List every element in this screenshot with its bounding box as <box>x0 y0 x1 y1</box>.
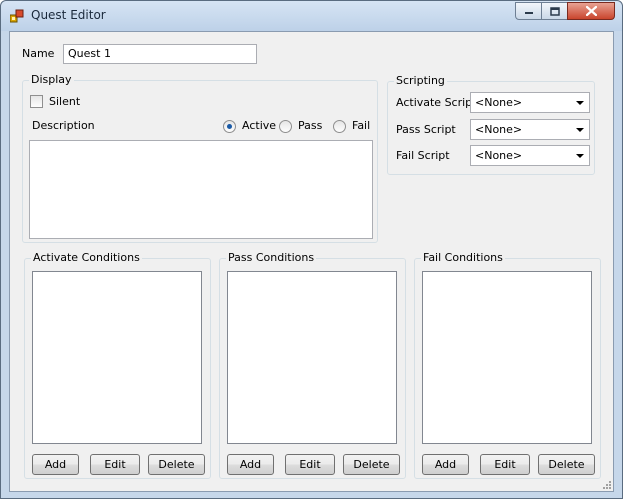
resize-grip-icon[interactable] <box>602 480 612 490</box>
fail-script-select[interactable]: <None> <box>470 145 590 166</box>
radio-pass[interactable] <box>279 120 292 133</box>
pass-add-button[interactable]: Add <box>227 454 274 475</box>
activate-conditions-list[interactable] <box>32 271 202 444</box>
name-input[interactable]: Quest 1 <box>63 44 257 64</box>
activate-delete-button[interactable]: Delete <box>148 454 205 475</box>
fail-script-value: <None> <box>475 149 523 162</box>
activate-edit-button[interactable]: Edit <box>90 454 140 475</box>
title-bar[interactable]: Quest Editor <box>1 1 622 31</box>
scripting-group-title: Scripting <box>394 74 447 87</box>
activate-conditions-title: Activate Conditions <box>31 251 142 264</box>
quest-editor-window: Quest Editor Name Quest 1 Display Silent <box>0 0 623 499</box>
display-group-title: Display <box>29 73 74 86</box>
minimize-button[interactable] <box>515 2 542 20</box>
silent-label: Silent <box>49 95 81 108</box>
pass-conditions-group: Pass Conditions Add Edit Delete <box>219 251 406 479</box>
chevron-down-icon <box>576 128 584 132</box>
fail-edit-button[interactable]: Edit <box>480 454 530 475</box>
radio-fail-label: Fail <box>352 119 371 132</box>
fail-add-button[interactable]: Add <box>422 454 469 475</box>
close-button[interactable] <box>567 2 615 20</box>
silent-checkbox[interactable] <box>30 95 43 108</box>
activate-script-label: Activate Script <box>396 96 477 109</box>
activate-script-value: <None> <box>475 96 523 109</box>
description-textarea[interactable] <box>29 140 373 239</box>
fail-delete-button[interactable]: Delete <box>538 454 595 475</box>
description-label: Description <box>32 119 95 132</box>
radio-fail[interactable] <box>333 120 346 133</box>
client-area: Name Quest 1 Display Silent Description … <box>9 31 614 492</box>
pass-script-value: <None> <box>475 123 523 136</box>
radio-pass-label: Pass <box>298 119 323 132</box>
pass-delete-button[interactable]: Delete <box>343 454 400 475</box>
chevron-down-icon <box>576 101 584 105</box>
fail-conditions-group: Fail Conditions Add Edit Delete <box>414 251 601 479</box>
minimize-icon <box>524 12 533 14</box>
fail-conditions-title: Fail Conditions <box>421 251 505 264</box>
fail-conditions-list[interactable] <box>422 271 592 444</box>
activate-script-select[interactable]: <None> <box>470 92 590 113</box>
maximize-button[interactable] <box>541 2 568 20</box>
pass-edit-button[interactable]: Edit <box>285 454 335 475</box>
radio-active[interactable] <box>223 120 236 133</box>
pass-conditions-title: Pass Conditions <box>226 251 317 264</box>
close-icon <box>585 6 597 16</box>
activate-add-button[interactable]: Add <box>32 454 79 475</box>
maximize-icon <box>549 6 560 16</box>
name-label: Name <box>22 47 55 60</box>
scripting-group: Scripting Activate Script <None> Pass Sc… <box>387 74 595 175</box>
app-icon <box>10 9 24 23</box>
chevron-down-icon <box>576 154 584 158</box>
fail-script-label: Fail Script <box>396 149 450 162</box>
pass-conditions-list[interactable] <box>227 271 397 444</box>
radio-active-label: Active <box>242 119 277 132</box>
activate-conditions-group: Activate Conditions Add Edit Delete <box>24 251 211 479</box>
pass-script-select[interactable]: <None> <box>470 119 590 140</box>
display-group: Display Silent Description Active Pass F… <box>22 73 378 243</box>
pass-script-label: Pass Script <box>396 123 456 136</box>
window-title: Quest Editor <box>31 8 106 22</box>
